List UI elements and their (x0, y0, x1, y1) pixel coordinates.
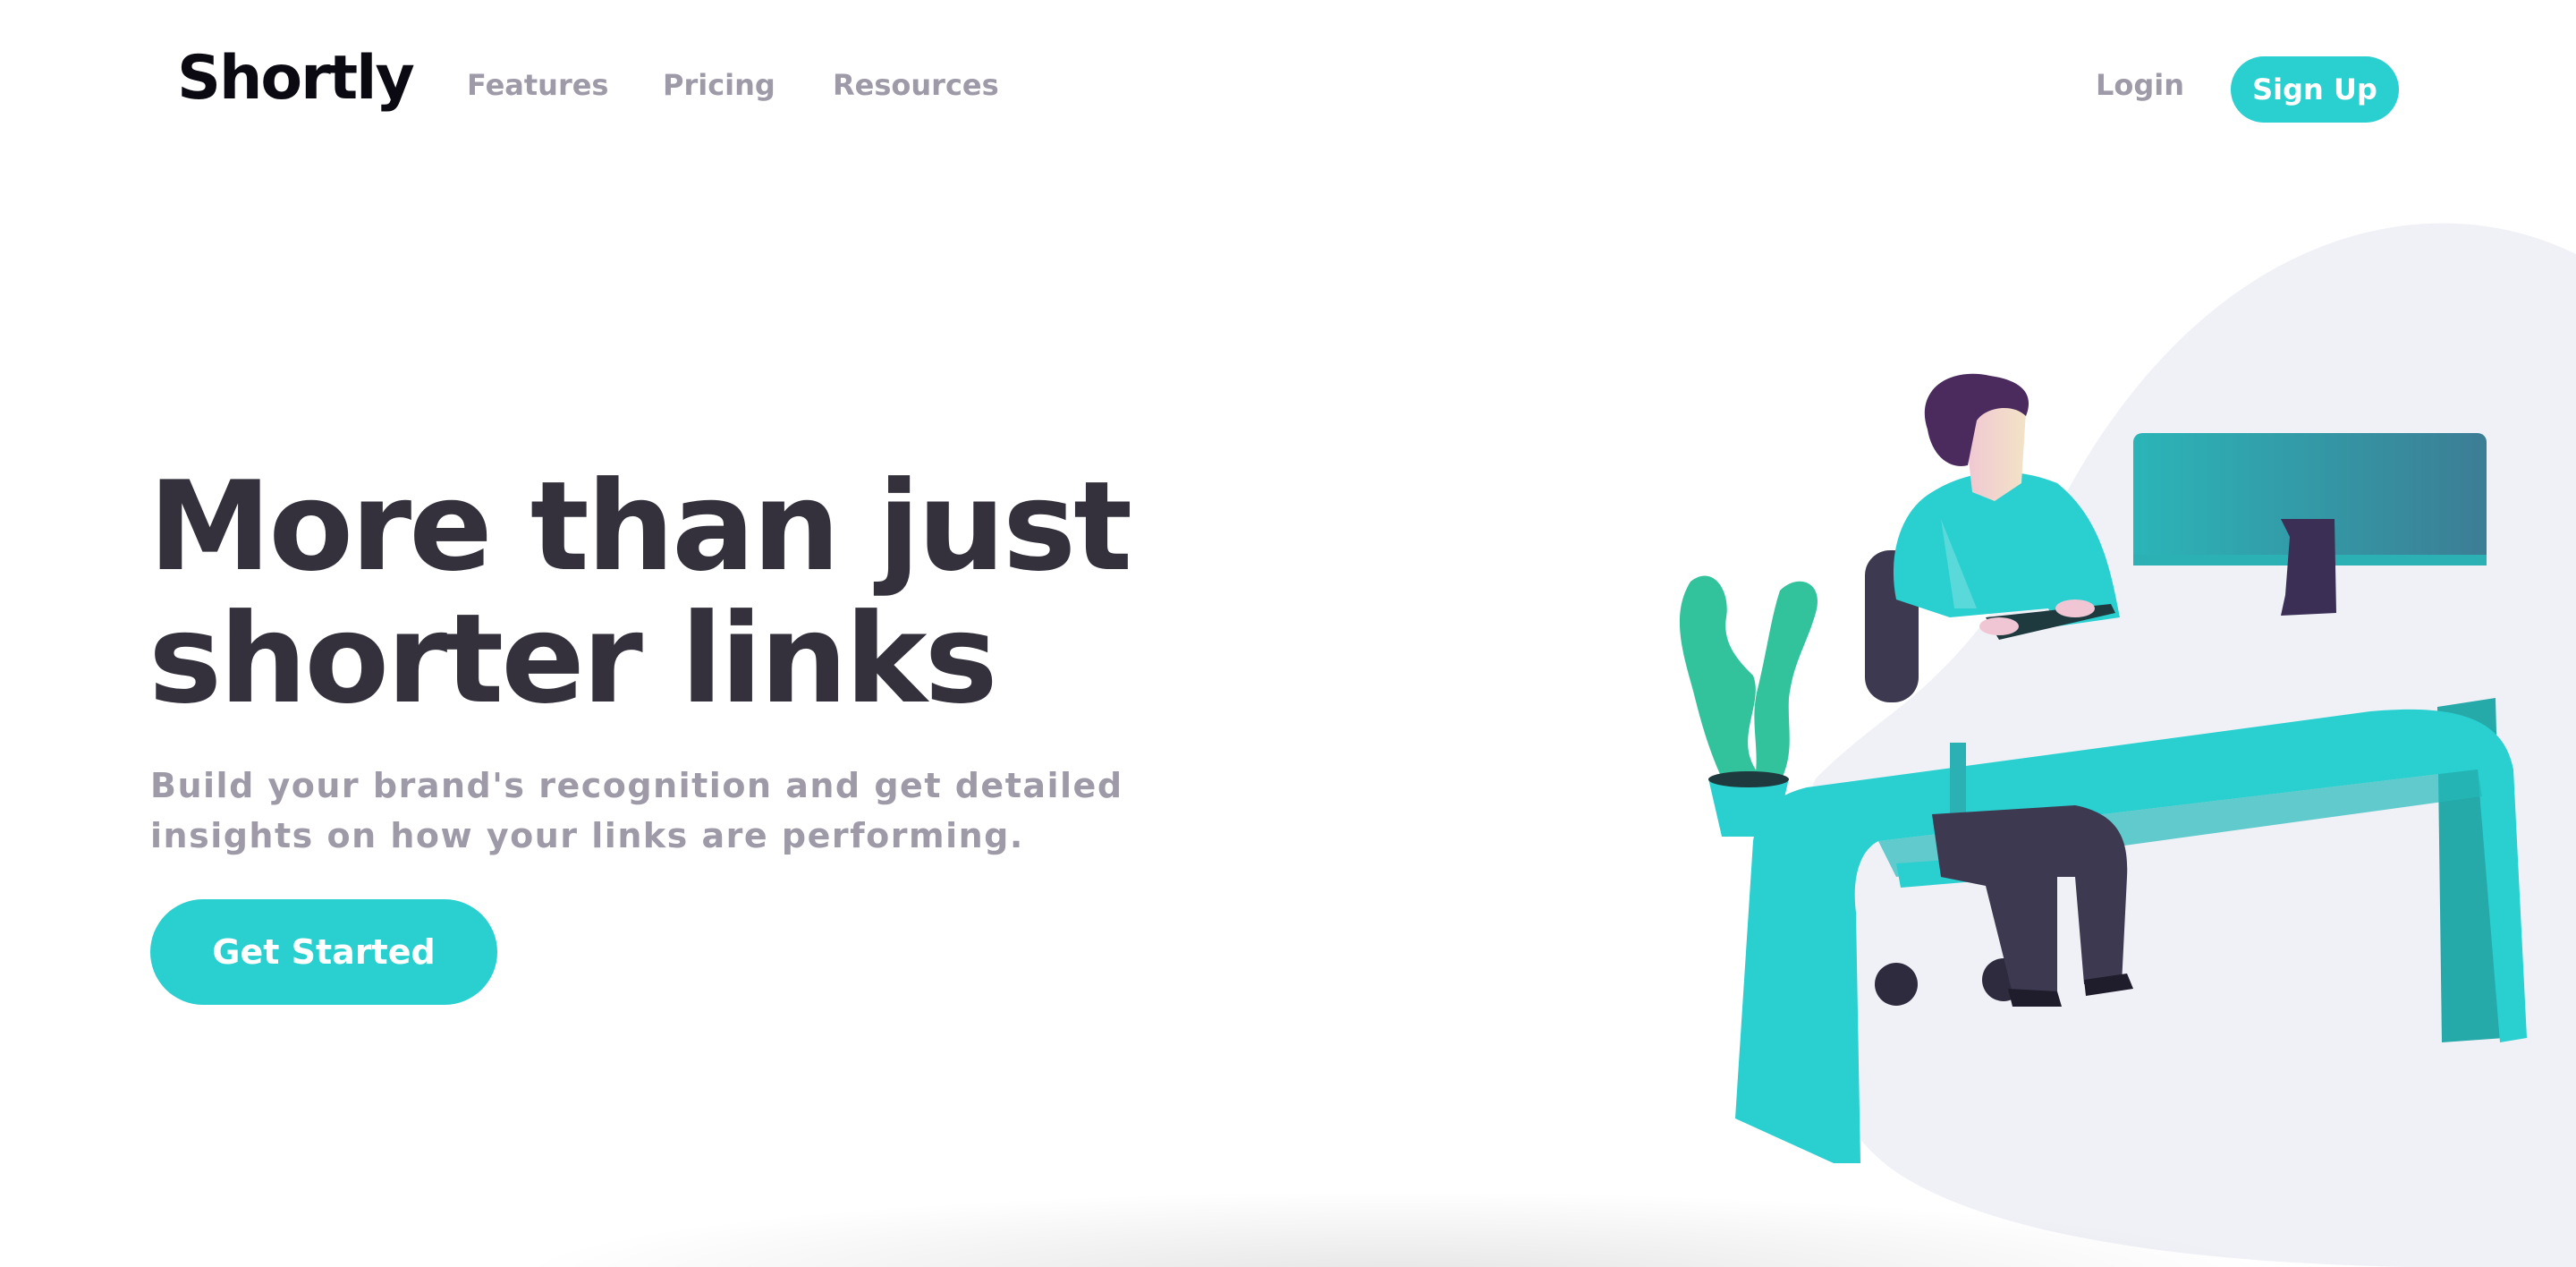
plant-pot-rim (1708, 771, 1789, 787)
login-link[interactable]: Login (2096, 68, 2184, 102)
shoe-left (2008, 989, 2062, 1007)
hand-left (1979, 617, 2019, 635)
get-started-button[interactable]: Get Started (150, 899, 497, 1005)
hero-description-line1: Build your brand's recognition and get d… (150, 766, 1123, 805)
plant-leaf-right (1753, 581, 1818, 796)
hero-description-line2: insights on how your links are performin… (150, 816, 1024, 855)
hero-title-line1: More than just (148, 455, 1132, 599)
hand-right (2055, 599, 2095, 617)
landing-page: Shortly Features Pricing Resources Login… (0, 0, 2576, 1267)
person-working-illustration (1679, 223, 2576, 1267)
nav-link-pricing[interactable]: Pricing (663, 68, 775, 102)
signup-button[interactable]: Sign Up (2231, 56, 2399, 123)
hero-description: Build your brand's recognition and get d… (150, 761, 1188, 861)
chair-wheel-left (1875, 963, 1918, 1006)
nav-link-features[interactable]: Features (467, 68, 608, 102)
hero-title-line2: shorter links (148, 587, 998, 731)
monitor-stand (2281, 519, 2336, 616)
nav-link-resources[interactable]: Resources (833, 68, 999, 102)
logo[interactable]: Shortly (177, 43, 415, 114)
navbar: Shortly Features Pricing Resources Login… (0, 0, 2576, 179)
hero-title: More than just shorter links (148, 461, 1222, 726)
bottom-shadow (501, 1190, 2290, 1267)
